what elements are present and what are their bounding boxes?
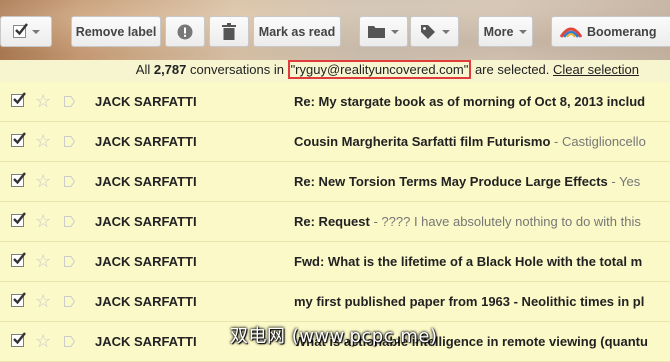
labels-button[interactable]: [410, 16, 459, 47]
list-item[interactable]: ☆ JACK SARFATTI Re: New Torsion Terms Ma…: [0, 162, 670, 202]
selection-banner: All 2,787 conversations in "ryguy@realit…: [0, 60, 670, 82]
subject: Cousin Margherita Sarfatti film Futurism…: [294, 134, 670, 149]
subject: Fwd: What is the lifetime of a Black Hol…: [294, 254, 670, 269]
row-checkbox[interactable]: [11, 212, 26, 227]
selected-count: 2,787: [153, 62, 187, 77]
checkbox-checked-icon: [12, 23, 28, 38]
row-checkbox[interactable]: [11, 332, 26, 347]
list-item[interactable]: ☆ JACK SARFATTI Fwd: What is the lifetim…: [0, 242, 670, 282]
list-item[interactable]: ☆ JACK SARFATTI Re: My stargate book as …: [0, 82, 670, 122]
sender: JACK SARFATTI: [95, 214, 197, 229]
move-to-button[interactable]: [359, 16, 408, 47]
row-checkbox[interactable]: [11, 92, 26, 107]
subject: Re: My stargate book as of morning of Oc…: [294, 94, 670, 109]
select-all-checkbox-button[interactable]: [0, 16, 52, 47]
star-icon[interactable]: ☆: [35, 171, 51, 191]
subject: my first published paper from 1963 - Neo…: [294, 294, 670, 309]
trash-icon: [222, 23, 236, 40]
sender: JACK SARFATTI: [95, 294, 197, 309]
banner-suffix: are selected.: [471, 62, 553, 77]
exclamation-icon: [177, 24, 193, 39]
clear-selection-link[interactable]: Clear selection: [553, 62, 639, 77]
importance-marker-icon[interactable]: [64, 216, 75, 227]
row-checkbox[interactable]: [11, 252, 26, 267]
list-item[interactable]: ☆ JACK SARFATTI Re: Request - ???? I hav…: [0, 202, 670, 242]
sender: JACK SARFATTI: [95, 94, 197, 109]
snippet: - Castiglioncello: [550, 134, 646, 149]
report-spam-button[interactable]: [165, 16, 205, 47]
importance-marker-icon[interactable]: [64, 256, 75, 267]
subject: Re: Request - ???? I have absolutely not…: [294, 214, 670, 229]
snippet: - ???? I have absolutely nothing to do w…: [369, 214, 641, 229]
row-checkbox[interactable]: [11, 292, 26, 307]
snippet: - Yes: [607, 174, 641, 189]
more-label: More: [483, 24, 514, 39]
row-checkbox[interactable]: [11, 172, 26, 187]
list-item[interactable]: ☆ JACK SARFATTI my first published paper…: [0, 282, 670, 322]
importance-marker-icon[interactable]: [64, 96, 75, 107]
banner-prefix: All: [135, 62, 154, 77]
boomerang-label: Boomerang: [587, 24, 657, 39]
chevron-down-icon: [31, 29, 40, 34]
conversation-list: ☆ JACK SARFATTI Re: My stargate book as …: [0, 82, 670, 362]
importance-marker-icon[interactable]: [64, 336, 75, 347]
subject-text: my first published paper from 1963 - Neo…: [294, 294, 645, 309]
star-icon[interactable]: ☆: [35, 331, 51, 351]
sender: JACK SARFATTI: [95, 254, 197, 269]
row-checkbox[interactable]: [11, 132, 26, 147]
chevron-down-icon: [391, 29, 399, 34]
toolbar: Remove label Mark as read More Boomerang: [0, 0, 670, 60]
subject: Re: New Torsion Terms May Produce Large …: [294, 174, 670, 189]
star-icon[interactable]: ☆: [35, 91, 51, 111]
star-icon[interactable]: ☆: [35, 131, 51, 151]
delete-button[interactable]: [209, 16, 249, 47]
subject-text: Cousin Margherita Sarfatti film Futurism…: [294, 134, 551, 149]
subject-text: Re: New Torsion Terms May Produce Large …: [294, 174, 608, 189]
subject-text: Re: Request: [294, 214, 370, 229]
boomerang-button[interactable]: Boomerang: [551, 16, 670, 47]
sender: JACK SARFATTI: [95, 134, 197, 149]
more-button[interactable]: More: [478, 16, 533, 47]
importance-marker-icon[interactable]: [64, 296, 75, 307]
subject-text: Re: My stargate book as of morning of Oc…: [294, 94, 646, 109]
importance-marker-icon[interactable]: [64, 176, 75, 187]
star-icon[interactable]: ☆: [35, 251, 51, 271]
chevron-down-icon: [441, 29, 450, 34]
chevron-down-icon: [519, 29, 528, 34]
boomerang-logo-icon: [560, 27, 582, 38]
sender: JACK SARFATTI: [95, 174, 197, 189]
folder-icon: [368, 26, 385, 38]
subject-text: Fwd: What is the lifetime of a Black Hol…: [294, 254, 643, 269]
banner-middle: conversations in: [186, 62, 288, 77]
list-item[interactable]: ☆ JACK SARFATTI Cousin Margherita Sarfat…: [0, 122, 670, 162]
star-icon[interactable]: ☆: [35, 291, 51, 311]
importance-marker-icon[interactable]: [64, 136, 75, 147]
sender: JACK SARFATTI: [95, 334, 197, 349]
tag-icon: [420, 24, 435, 39]
remove-label-button[interactable]: Remove label: [71, 16, 161, 47]
mark-as-read-button[interactable]: Mark as read: [253, 16, 341, 47]
watermark: 双电网 (www.pcpc.me): [230, 326, 438, 347]
star-icon[interactable]: ☆: [35, 211, 51, 231]
label-highlight: "ryguy@realityuncovered.com": [287, 60, 472, 79]
